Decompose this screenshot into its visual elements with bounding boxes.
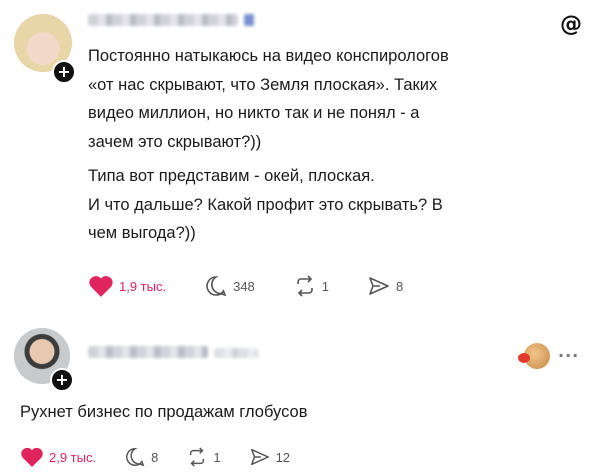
more-options-icon[interactable]: ··· bbox=[558, 348, 579, 364]
repost-icon bbox=[296, 275, 313, 297]
reply-actions: 2,9 тыс. 8 1 12 bbox=[20, 446, 290, 468]
comment-button[interactable]: 8 bbox=[124, 446, 158, 468]
post-line: Типа вот представим - окей, плоская. bbox=[88, 167, 375, 185]
author-name-blurred-tail bbox=[214, 348, 258, 358]
like-count: 2,9 тыс. bbox=[49, 449, 97, 465]
author-name-blurred[interactable] bbox=[88, 14, 238, 26]
like-button[interactable]: 1,9 тыс. bbox=[88, 274, 166, 298]
post-actions: 1,9 тыс. 348 1 8 bbox=[88, 274, 403, 298]
comment-count: 348 bbox=[233, 278, 255, 294]
repost-icon bbox=[190, 447, 205, 467]
reply-text: Рухнет бизнес по продажам глобусов bbox=[20, 403, 308, 421]
reaction-hand-icon bbox=[518, 353, 530, 363]
post-line: чем выгода?)) bbox=[88, 224, 196, 242]
post-line: И что дальше? Какой профит это скрывать?… bbox=[88, 195, 443, 214]
repost-count: 1 bbox=[321, 278, 330, 294]
post-line: Постоянно натыкаюсь на видео конспиролог… bbox=[88, 47, 449, 65]
share-icon bbox=[250, 448, 269, 466]
threads-icon[interactable]: @ bbox=[560, 14, 582, 36]
follow-plus-icon[interactable]: + bbox=[52, 60, 76, 84]
share-count: 8 bbox=[396, 278, 404, 294]
comment-button[interactable]: 348 bbox=[204, 274, 255, 298]
share-icon bbox=[369, 277, 389, 295]
share-count: 12 bbox=[275, 449, 291, 465]
post-line: «от нас скрывают, что Земля плоская». Та… bbox=[88, 75, 438, 94]
repost-button[interactable]: 1 bbox=[293, 274, 329, 298]
heart-icon bbox=[89, 276, 113, 297]
repost-button[interactable]: 1 bbox=[186, 446, 221, 468]
heart-icon bbox=[21, 447, 43, 467]
share-button[interactable]: 8 bbox=[367, 274, 403, 298]
like-count: 1,9 тыс. bbox=[119, 278, 167, 294]
post-line: зачем это скрывают?)) bbox=[88, 132, 262, 151]
author-name-blurred[interactable] bbox=[88, 346, 208, 358]
post-text: Постоянно натыкаюсь на видео конспиролог… bbox=[88, 42, 578, 248]
comment-count: 8 bbox=[151, 449, 159, 465]
follow-plus-icon[interactable]: + bbox=[50, 368, 74, 392]
repost-count: 1 bbox=[213, 449, 221, 465]
comment-icon bbox=[126, 448, 145, 467]
verified-badge-blurred bbox=[244, 14, 254, 26]
comment-icon bbox=[206, 276, 227, 297]
post-line: видео миллион, но никто так и не понял -… bbox=[88, 104, 420, 122]
like-button[interactable]: 2,9 тыс. bbox=[20, 446, 96, 468]
share-button[interactable]: 12 bbox=[249, 446, 290, 468]
reaction-avatar-icon[interactable] bbox=[518, 343, 550, 369]
